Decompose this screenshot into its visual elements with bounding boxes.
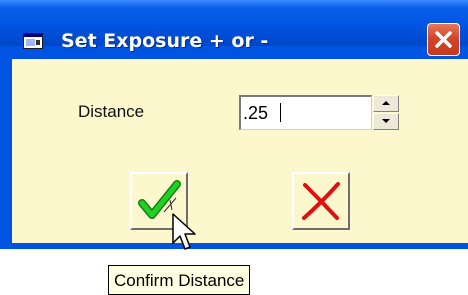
cancel-button[interactable] bbox=[292, 172, 350, 230]
distance-input[interactable]: .25 bbox=[239, 95, 372, 130]
tooltip: Confirm Distance bbox=[108, 265, 251, 295]
spin-down-button[interactable] bbox=[373, 113, 399, 130]
dialog-body: Distance .25 bbox=[12, 59, 468, 243]
arrow-down-icon bbox=[382, 119, 390, 123]
distance-label: Distance bbox=[78, 102, 145, 121]
dialog-window-icon bbox=[23, 33, 43, 49]
mouse-pointer-icon bbox=[172, 213, 196, 250]
distance-spinner bbox=[373, 95, 399, 130]
spin-up-button[interactable] bbox=[373, 95, 399, 112]
window-title: Set Exposure + or - bbox=[61, 30, 269, 52]
text-caret bbox=[280, 103, 281, 122]
red-x-icon bbox=[302, 182, 340, 220]
dialog-window: Set Exposure + or - Distance .25 bbox=[0, 0, 468, 249]
close-icon bbox=[435, 31, 452, 48]
distance-value: .25 bbox=[243, 103, 269, 123]
arrow-up-icon bbox=[382, 101, 390, 105]
close-button[interactable] bbox=[427, 23, 460, 56]
